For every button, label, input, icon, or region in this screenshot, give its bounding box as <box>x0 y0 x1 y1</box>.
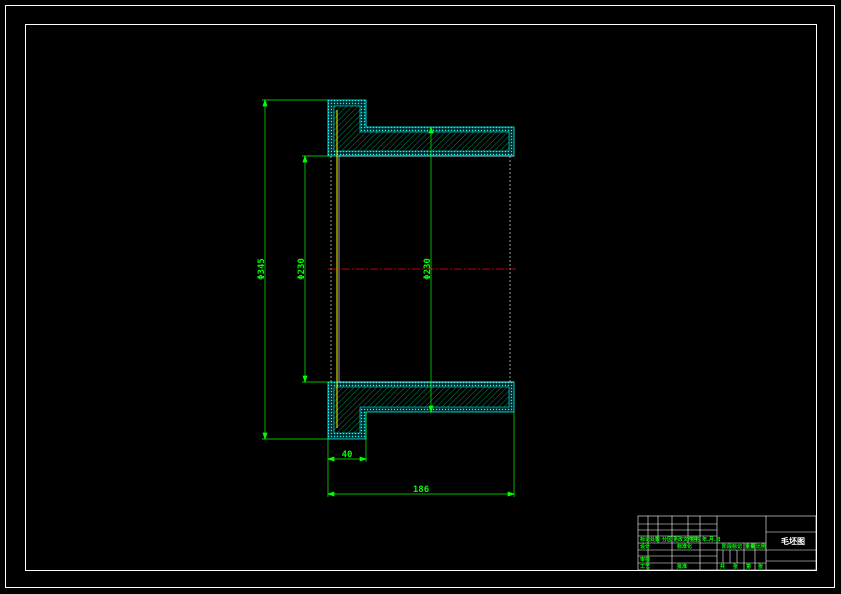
title-block-process-label: 工艺 <box>640 563 650 570</box>
title-block-mark-label: 标记 <box>639 536 650 543</box>
title-block-review-label: 审核 <box>640 556 650 563</box>
part-lower-section <box>327 381 515 440</box>
title-block-sheets-number: 第 <box>746 563 751 570</box>
title-block-count-label: 处数 <box>649 536 661 543</box>
title-block-sheets-unit-1: 张 <box>733 563 739 570</box>
title-block-design-label: 设计 <box>640 543 650 550</box>
title-block-sheets-total: 共 <box>720 563 725 570</box>
title-block-weight-label: 重量 <box>745 543 755 550</box>
bore-diameter-label: Φ230 <box>297 258 307 280</box>
drawing-canvas: Φ345 Φ230 Φ230 40 186 标记 处数 分区 更改文件号 签名 … <box>5 5 835 588</box>
drawing-title: 毛坯图 <box>781 536 805 546</box>
title-block-signature-label: 签名 <box>689 536 700 543</box>
outer-diameter-label: Φ345 <box>257 258 267 280</box>
title-block-approve-label: 批准 <box>677 563 687 570</box>
title-block-sheets-unit-2: 张 <box>758 563 764 570</box>
title-block-date-label: 年.月.日 <box>702 536 721 543</box>
title-block-scale-label: 比例 <box>756 543 766 550</box>
title-block-stage-label: 阶段标记 <box>722 543 742 550</box>
flange-width-label: 40 <box>342 450 353 460</box>
outer-frame <box>5 5 835 588</box>
inner-diameter-label: Φ230 <box>423 258 433 280</box>
title-block-standard-label: 标准化 <box>676 543 692 550</box>
part-upper-section <box>327 99 515 157</box>
dimension-outer-diameter <box>262 98 328 441</box>
title-block-zone-label: 分区 <box>662 536 672 543</box>
total-length-label: 186 <box>413 485 429 495</box>
